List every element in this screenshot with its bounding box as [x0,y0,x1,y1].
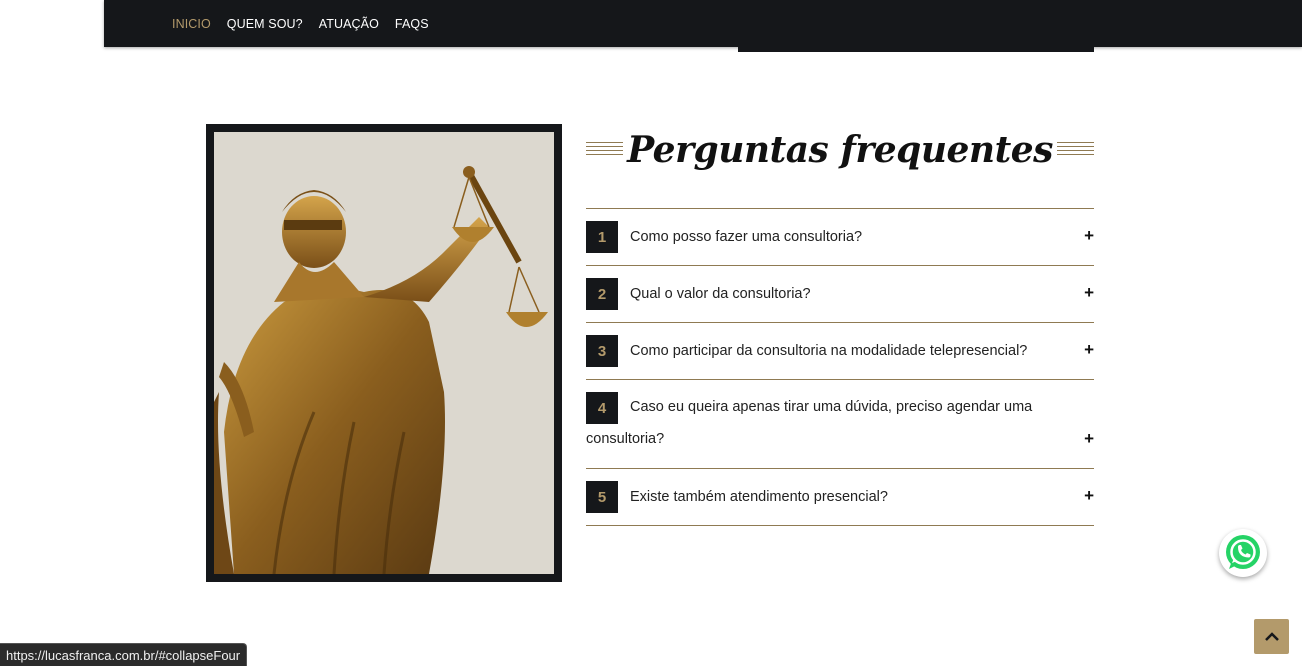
nav-item-faqs[interactable]: FAQS [395,17,429,31]
top-navbar: INICIO QUEM SOU? ATUAÇÃO FAQS [104,0,1302,47]
faq-number-badge: 5 [586,481,618,513]
faq-item-2[interactable]: 2 Qual o valor da consultoria? + [586,266,1094,323]
browser-status-bar: https://lucasfranca.com.br/#collapseFour [0,643,248,666]
faq-question[interactable]: Caso eu queira apenas tirar uma dúvida, … [586,391,1046,455]
faq-number-badge: 3 [586,335,618,367]
justice-statue-image [214,132,554,574]
plus-icon[interactable]: + [1084,226,1094,246]
plus-icon[interactable]: + [1084,486,1094,506]
faq-number-badge: 2 [586,278,618,310]
faq-number-badge: 1 [586,221,618,253]
lady-justice-illustration [214,132,554,574]
whatsapp-button[interactable] [1219,529,1267,577]
nav-menu: INICIO QUEM SOU? ATUAÇÃO FAQS [172,0,429,47]
faq-item-1[interactable]: 1 Como posso fazer uma consultoria? + [586,209,1094,266]
chevron-up-icon [1264,631,1279,641]
faq-accordion: 1 Como posso fazer uma consultoria? + 2 … [586,208,1094,526]
faq-title: Perguntas frequentes [586,124,1094,176]
justice-image-frame [206,124,562,582]
faq-item-5[interactable]: 5 Existe também atendimento presencial? … [586,469,1094,526]
back-to-top-button[interactable] [1254,619,1289,654]
plus-icon[interactable]: + [1084,429,1094,449]
plus-icon[interactable]: + [1084,283,1094,303]
nav-accent-strip [738,47,1094,52]
faq-item-3[interactable]: 3 Como participar da consultoria na moda… [586,323,1094,380]
faq-question[interactable]: Como participar da consultoria na modali… [630,342,1027,360]
plus-icon[interactable]: + [1084,340,1094,360]
faq-item-4[interactable]: 4 Caso eu queira apenas tirar uma dúvida… [586,380,1094,469]
faq-question[interactable]: Como posso fazer uma consultoria? [630,228,862,246]
nav-item-inicio[interactable]: INICIO [172,17,211,31]
faq-question[interactable]: Existe também atendimento presencial? [630,488,888,506]
faq-heading: Perguntas frequentes [586,124,1094,176]
whatsapp-icon [1226,535,1260,569]
faq-question[interactable]: Qual o valor da consultoria? [630,285,811,303]
nav-item-atuacao[interactable]: ATUAÇÃO [319,17,379,31]
nav-item-quem-sou[interactable]: QUEM SOU? [227,17,303,31]
